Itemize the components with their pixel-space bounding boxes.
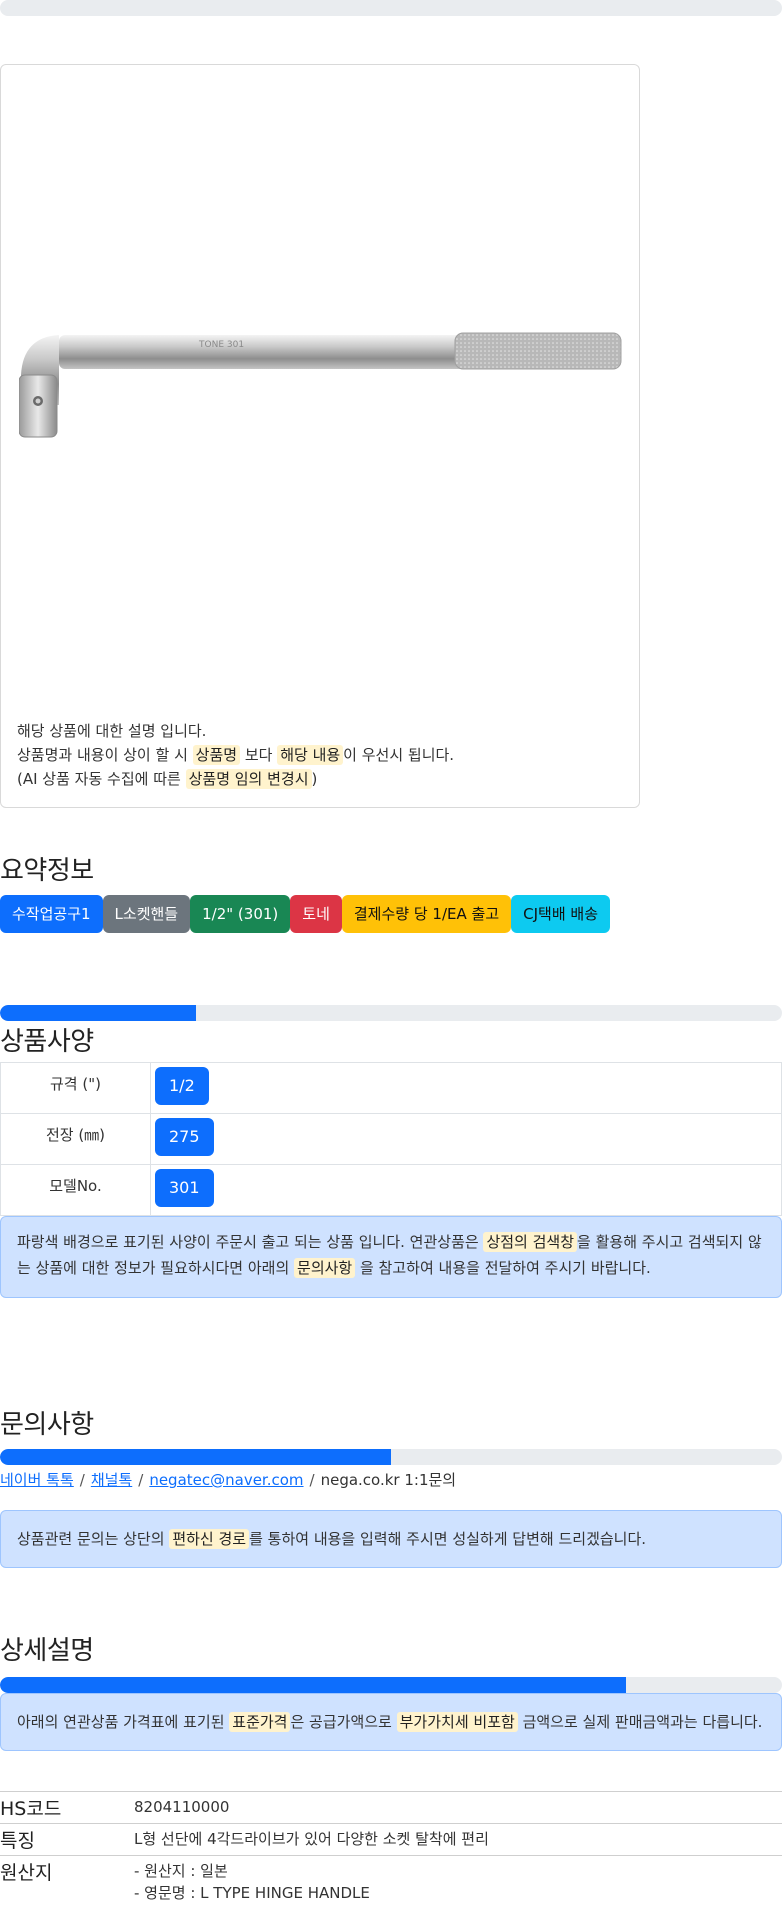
desc-text: 보다 xyxy=(240,746,278,764)
info-line: 8204110000 xyxy=(134,1798,230,1816)
info-key: HS코드 xyxy=(0,1798,62,1820)
site-inquiry-text: nega.co.kr 1:1문의 xyxy=(320,1471,457,1489)
spec-key: 모델No. xyxy=(0,1164,151,1216)
info-value: 8204110000 xyxy=(134,1792,229,1823)
svg-text:TONE 301: TONE 301 xyxy=(198,340,244,350)
spec-value-badge: 1/2 xyxy=(155,1067,209,1105)
highlight-name-change: 상품명 임의 변경시 xyxy=(185,769,312,789)
spec-value-cell: 1/2 xyxy=(150,1062,782,1114)
spec-value-cell: 275 xyxy=(150,1113,782,1165)
spec-key: 규격 (") xyxy=(0,1062,151,1114)
channel-talk-link[interactable]: 채널톡 xyxy=(91,1471,132,1489)
page: TONE 301 해당 상품에 대한 설명 입니다. 상품명과 내용이 상이 할… xyxy=(0,0,782,1905)
desc-text: ) xyxy=(311,770,318,788)
highlight-standard-price: 표준가격 xyxy=(229,1712,291,1732)
product-image: TONE 301 xyxy=(19,332,622,438)
detail-info-list: HS코드 8204110000 특징 L형 선단에 4각드라이브가 있어 다양한… xyxy=(0,1791,782,1905)
spec-progress-bar xyxy=(0,1005,782,1021)
product-description: 해당 상품에 대한 설명 입니다. 상품명과 내용이 상이 할 시 상품명 보다… xyxy=(17,719,454,791)
info-key: 특징 xyxy=(0,1830,35,1852)
notice-text: 상품관련 문의는 상단의 xyxy=(17,1530,170,1548)
info-line: - 영문명 : L TYPE HINGE HANDLE xyxy=(134,1884,370,1902)
info-value: L형 선단에 4각드라이브가 있어 다양한 소켓 탈착에 편리 xyxy=(134,1824,489,1855)
badge-brand: 토네 xyxy=(290,895,342,933)
table-row: 규격 (") 1/2 xyxy=(0,1062,782,1114)
notice-text: 을 참고하여 내용을 전달하여 주시기 바랍니다. xyxy=(355,1259,651,1277)
list-item: HS코드 8204110000 xyxy=(0,1791,782,1823)
notice-text: 은 공급가액으로 xyxy=(290,1713,397,1731)
link-separator: / xyxy=(309,1471,315,1489)
table-row: 모델No. 301 xyxy=(0,1164,782,1216)
detail-notice: 아래의 연관상품 가격표에 표기된 표준가격 은 공급가액으로 부가가치세 비포함… xyxy=(0,1693,782,1751)
badge-category: 수작업공구1 xyxy=(0,895,103,933)
summary-badges: 수작업공구1 L소켓핸들 1/2" (301) 토네 결제수량 당 1/EA 출… xyxy=(0,895,782,933)
spec-value-cell: 301 xyxy=(150,1164,782,1216)
highlight-inquiry: 문의사항 xyxy=(294,1258,356,1278)
inquiry-progress-bar xyxy=(0,1449,782,1465)
badge-shipping: CJ택배 배송 xyxy=(511,895,610,933)
info-line: - 원산지 : 일본 xyxy=(134,1862,228,1880)
spec-value-badge: 301 xyxy=(155,1169,214,1207)
desc-text: (AI 상품 자동 수집에 따른 xyxy=(17,770,186,788)
highlight-search: 상점의 검색창 xyxy=(483,1232,578,1252)
info-line: L형 선단에 4각드라이브가 있어 다양한 소켓 탈착에 편리 xyxy=(134,1830,489,1848)
spec-key: 전장 (㎜) xyxy=(0,1113,151,1165)
list-item: 원산지 - 원산지 : 일본 - 영문명 : L TYPE HINGE HAND… xyxy=(0,1855,782,1905)
notice-text: 파랑색 배경으로 표기된 사양이 주문시 출고 되는 상품 입니다. 연관상품은 xyxy=(17,1233,484,1251)
spec-title: 상품사양 xyxy=(0,1027,94,1057)
desc-line-2: 상품명과 내용이 상이 할 시 상품명 보다 해당 내용 이 우선시 됩니다. xyxy=(17,743,454,767)
spec-value-badge: 275 xyxy=(155,1118,214,1156)
notice-text: 아래의 연관상품 가격표에 표기된 xyxy=(17,1713,230,1731)
inquiry-progress-fill xyxy=(0,1449,391,1465)
desc-line-1: 해당 상품에 대한 설명 입니다. xyxy=(17,722,207,740)
summary-title: 요약정보 xyxy=(0,856,94,886)
highlight-vat: 부가가치세 비포함 xyxy=(396,1712,518,1732)
link-separator: / xyxy=(79,1471,85,1489)
spec-table: 규격 (") 1/2 전장 (㎜) 275 모델No. 301 xyxy=(0,1062,782,1216)
naver-talk-link[interactable]: 네이버 톡톡 xyxy=(0,1471,74,1489)
inquiry-title: 문의사항 xyxy=(0,1410,94,1440)
badge-size: 1/2" (301) xyxy=(190,895,291,933)
info-value: - 원산지 : 일본 - 영문명 : L TYPE HINGE HANDLE xyxy=(134,1856,370,1905)
detail-title: 상세설명 xyxy=(0,1636,94,1666)
desc-text: 상품명과 내용이 상이 할 시 xyxy=(17,746,193,764)
badge-type: L소켓핸들 xyxy=(102,895,191,933)
highlight-content: 해당 내용 xyxy=(277,745,344,765)
badge-quantity: 결제수량 당 1/EA 출고 xyxy=(341,895,512,933)
highlight-route: 편하신 경로 xyxy=(169,1529,250,1549)
email-link[interactable]: negatec@naver.com xyxy=(149,1471,303,1489)
inquiry-links: 네이버 톡톡 / 채널톡 / negatec@naver.com / nega.co.kr … xyxy=(0,1469,782,1490)
product-card: TONE 301 해당 상품에 대한 설명 입니다. 상품명과 내용이 상이 할… xyxy=(0,64,640,808)
link-separator: / xyxy=(138,1471,144,1489)
top-progress-bar xyxy=(0,0,782,16)
table-row: 전장 (㎜) 275 xyxy=(0,1113,782,1165)
spec-notice: 파랑색 배경으로 표기된 사양이 주문시 출고 되는 상품 입니다. 연관상품은… xyxy=(0,1216,782,1298)
desc-line-3: (AI 상품 자동 수집에 따른 상품명 임의 변경시) xyxy=(17,767,454,791)
notice-text: 를 통하여 내용을 입력해 주시면 성실하게 답변해 드리겠습니다. xyxy=(249,1530,647,1548)
list-item: 특징 L형 선단에 4각드라이브가 있어 다양한 소켓 탈착에 편리 xyxy=(0,1823,782,1855)
inquiry-notice: 상품관련 문의는 상단의 편하신 경로 를 통하여 내용을 입력해 주시면 성실하… xyxy=(0,1510,782,1568)
spec-progress-fill xyxy=(0,1005,196,1021)
detail-progress-bar xyxy=(0,1677,782,1693)
desc-text: 이 우선시 됩니다. xyxy=(343,746,455,764)
info-key: 원산지 xyxy=(0,1862,53,1884)
notice-text: 금액으로 실제 판매금액과는 다릅니다. xyxy=(517,1713,763,1731)
detail-progress-fill xyxy=(0,1677,626,1693)
highlight-product-name: 상품명 xyxy=(192,745,241,765)
